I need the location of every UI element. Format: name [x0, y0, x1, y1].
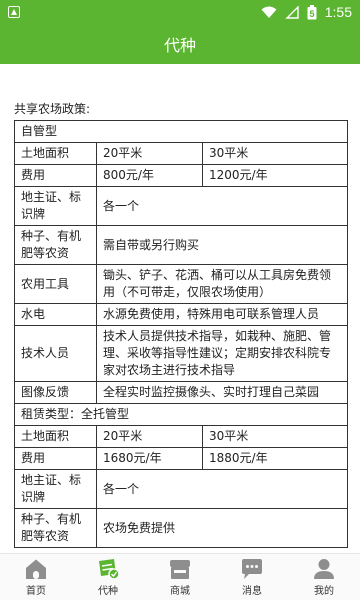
table-row: 水电 水源免费使用，特殊用电可联系管理人员	[14, 303, 349, 326]
fee-option-a: 1680元/年	[96, 447, 203, 470]
policy-content[interactable]: 共享农场政策: 自管型 土地面积 20平米 30平米 费用 800元/年 120…	[0, 64, 360, 553]
area-option-a: 20平米	[96, 425, 203, 448]
tab-label: 消息	[242, 585, 262, 597]
row-label: 地主证、标识牌	[14, 186, 97, 226]
status-bar: 5 1:55	[0, 0, 360, 24]
tab-label: 首页	[26, 585, 46, 597]
full-managed-heading: 租赁类型：全托管型	[13, 403, 349, 426]
tab-store[interactable]: 商城	[144, 554, 216, 600]
tab-label: 商城	[170, 585, 190, 597]
user-icon	[314, 558, 334, 579]
row-label: 地主证、标识牌	[14, 469, 97, 509]
row-label: 种子、有机肥等农资	[14, 508, 97, 548]
message-icon	[242, 558, 262, 579]
row-value: 农场免费提供	[95, 508, 349, 548]
store-icon	[170, 559, 190, 579]
tab-plant[interactable]: 代种	[72, 554, 144, 600]
area-option-b: 30平米	[201, 425, 349, 448]
land-area-label: 土地面积	[14, 425, 97, 448]
table-row: 自管型	[13, 120, 349, 143]
table-row: 技术人员 技术人员提供技术指导，如栽种、施肥、管理、采收等指导性建议；定期安排农…	[14, 325, 349, 382]
status-left	[8, 6, 20, 18]
tab-messages[interactable]: 消息	[216, 554, 288, 600]
page-title: 代种	[163, 36, 196, 55]
table-row: 地主证、标识牌 各一个	[14, 186, 349, 226]
policy-title: 共享农场政策:	[14, 102, 91, 116]
row-value: 技术人员提供技术指导，如栽种、施肥、管理、采收等指导性建议；定期安排农科院专家对…	[95, 325, 349, 382]
table-row: 土地面积 20平米 30平米	[14, 142, 349, 165]
table-row: 种子、有机肥等农资 需自带或另行购买	[14, 225, 349, 265]
area-option-a: 20平米	[96, 142, 203, 165]
signal-icon	[285, 5, 299, 19]
row-label: 种子、有机肥等农资	[14, 225, 97, 265]
fee-option-a: 800元/年	[96, 164, 203, 187]
row-label: 农用工具	[14, 264, 97, 304]
fee-option-b: 1880元/年	[201, 447, 349, 470]
policy-table: 自管型 土地面积 20平米 30平米 费用 800元/年 1200元/年 地主证…	[13, 120, 349, 548]
row-value: 各一个	[95, 469, 349, 509]
status-right: 5 1:55	[261, 4, 352, 20]
wifi-icon	[261, 6, 277, 18]
row-value: 各一个	[95, 186, 349, 226]
table-row: 图像反馈 全程实时监控摄像头、实时打理自己菜园	[14, 381, 349, 404]
row-value: 锄头、铲子、花洒、桶可以从工具房免费领用（不可带走，仅限农场使用）	[95, 264, 349, 304]
area-option-b: 30平米	[201, 142, 349, 165]
home-icon	[26, 559, 46, 579]
tab-home[interactable]: 首页	[0, 554, 72, 600]
fee-label: 费用	[14, 164, 97, 187]
row-value: 全程实时监控摄像头、实时打理自己菜园	[95, 381, 349, 404]
table-row: 农用工具 锄头、铲子、花洒、桶可以从工具房免费领用（不可带走，仅限农场使用）	[14, 264, 349, 304]
row-label: 水电	[14, 303, 97, 326]
table-row: 费用 800元/年 1200元/年	[14, 164, 349, 187]
tab-profile[interactable]: 我的	[288, 554, 360, 600]
land-area-label: 土地面积	[14, 142, 97, 165]
plant-icon	[99, 558, 120, 580]
status-time: 1:55	[324, 4, 352, 20]
svg-text:5: 5	[309, 9, 314, 19]
table-row: 费用 1680元/年 1880元/年	[14, 447, 349, 470]
row-label: 技术人员	[14, 325, 97, 382]
fee-option-b: 1200元/年	[201, 164, 349, 187]
tab-label: 我的	[314, 585, 334, 597]
self-managed-heading: 自管型	[13, 120, 349, 143]
row-value: 需自带或另行购买	[95, 225, 349, 265]
table-row: 租赁类型：全托管型	[13, 403, 349, 426]
table-row: 地主证、标识牌 各一个	[14, 469, 349, 509]
tab-label: 代种	[98, 585, 118, 597]
notification-icon	[8, 6, 20, 18]
table-row: 种子、有机肥等农资 农场免费提供	[14, 508, 349, 548]
fee-label: 费用	[14, 447, 97, 470]
row-value: 水源免费使用，特殊用电可联系管理人员	[95, 303, 349, 326]
table-row: 土地面积 20平米 30平米	[14, 425, 349, 448]
app-header: 代种	[0, 24, 360, 64]
battery-icon: 5	[307, 4, 317, 19]
bottom-tab-bar: 首页 代种 商城 消息 我的	[0, 553, 360, 600]
row-label: 图像反馈	[14, 381, 97, 404]
